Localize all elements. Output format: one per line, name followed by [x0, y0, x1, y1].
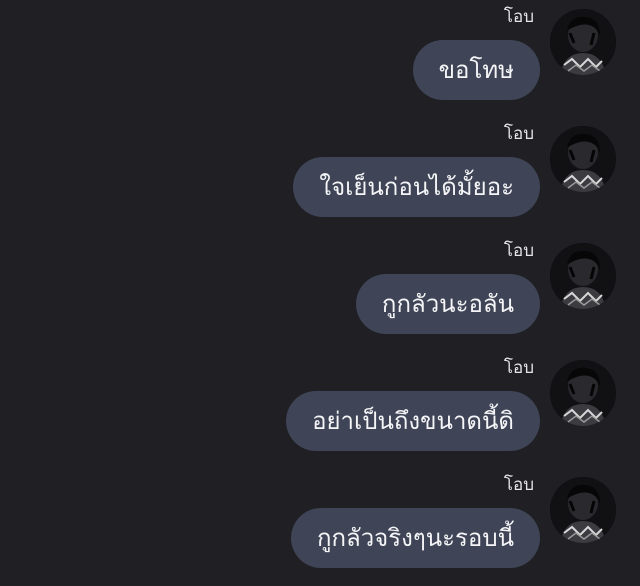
sender-name: โอบ: [503, 358, 534, 378]
message-row: โอบ ใจเย็นก่อนได้มั้ยอะ: [0, 117, 640, 234]
message-row: โอบ ขอโทษ: [0, 0, 640, 117]
profile-photo-icon: [550, 9, 616, 75]
message-bubble[interactable]: กูกลัวนะอลัน: [355, 274, 540, 334]
avatar[interactable]: [550, 360, 616, 426]
profile-photo-icon: [550, 477, 616, 543]
avatar[interactable]: [550, 9, 616, 75]
message-bubble[interactable]: กูกลัวจริงๆนะรอบนี้: [290, 508, 540, 568]
chat-thread: โอบ ขอโทษ โอบ ใจเย็นก่อนได้มั้ยอะ โอบ กู…: [0, 0, 640, 586]
message-bubble[interactable]: ใจเย็นก่อนได้มั้ยอะ: [293, 157, 540, 217]
profile-photo-icon: [550, 126, 616, 192]
sender-name: โอบ: [503, 475, 534, 495]
profile-photo-icon: [550, 243, 616, 309]
avatar[interactable]: [550, 477, 616, 543]
message-row: โอบ กูกลัวนะอลัน: [0, 234, 640, 351]
avatar[interactable]: [550, 243, 616, 309]
message-row: โอบ อย่าเป็นถึงขนาดนี้ดิ: [0, 351, 640, 468]
message-bubble[interactable]: ขอโทษ: [412, 40, 540, 100]
message-row: โอบ กูกลัวจริงๆนะรอบนี้: [0, 468, 640, 585]
sender-name: โอบ: [503, 241, 534, 261]
sender-name: โอบ: [503, 124, 534, 144]
profile-photo-icon: [550, 360, 616, 426]
message-bubble[interactable]: อย่าเป็นถึงขนาดนี้ดิ: [286, 391, 540, 451]
avatar[interactable]: [550, 126, 616, 192]
sender-name: โอบ: [503, 7, 534, 27]
